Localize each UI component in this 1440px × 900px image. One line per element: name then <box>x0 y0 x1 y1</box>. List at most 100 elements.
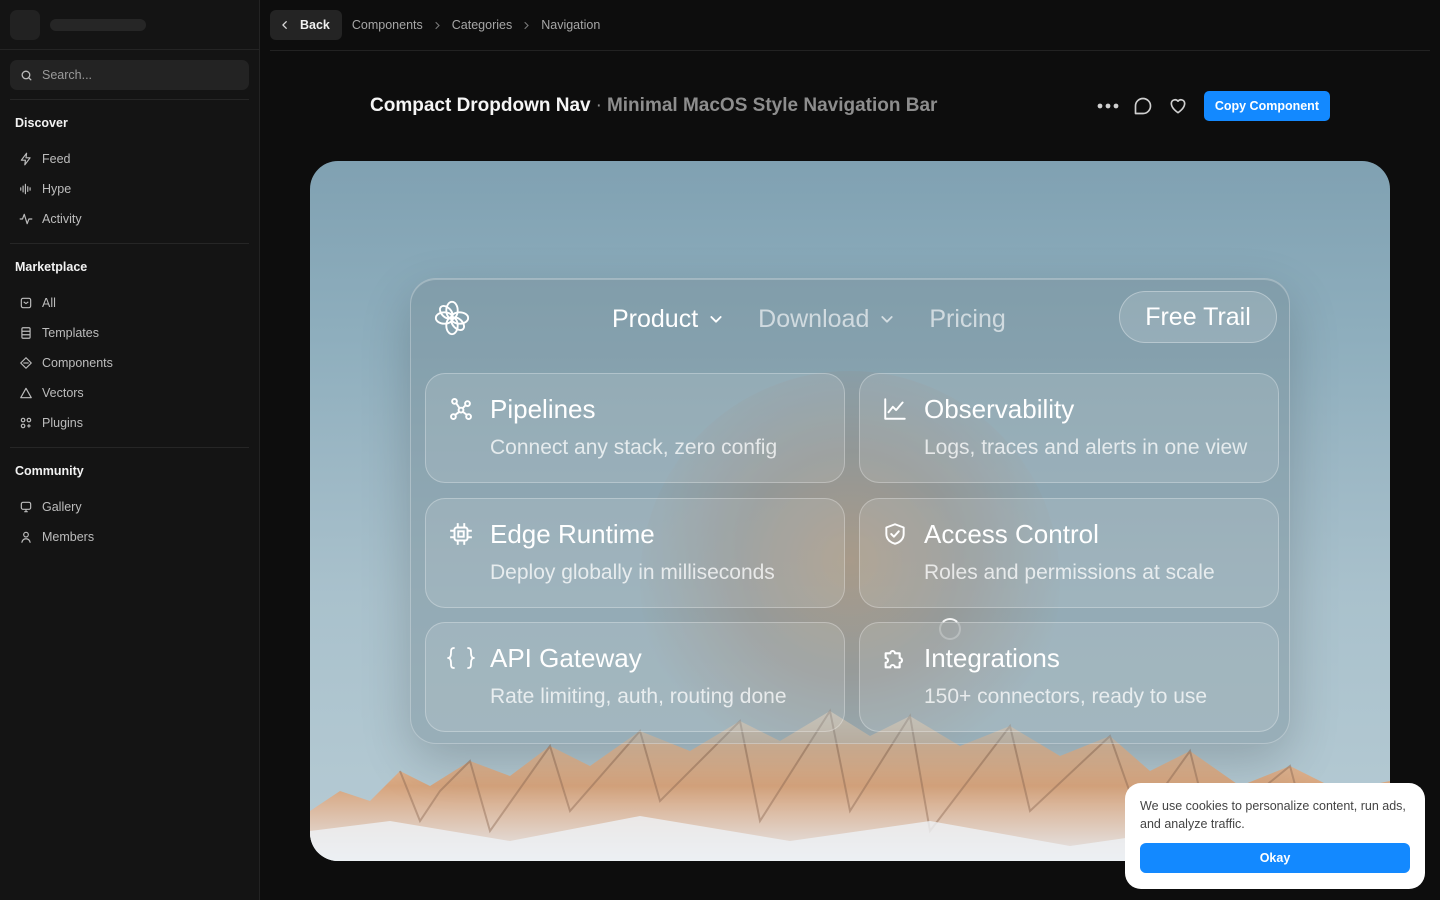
divider <box>10 243 249 244</box>
section-heading-discover: Discover <box>15 116 68 130</box>
component-preview: Product Download Pricing Free Trail Pipe… <box>310 161 1390 861</box>
sidebar-item-feed[interactable]: Feed <box>0 144 259 174</box>
monitor-icon <box>20 501 32 513</box>
divider <box>10 99 249 100</box>
breadcrumb-categories[interactable]: Categories <box>452 18 512 32</box>
like-button[interactable] <box>1165 93 1191 119</box>
tile-title: Edge Runtime <box>490 519 655 549</box>
sidebar-item-label: Templates <box>42 326 99 340</box>
menu-tile-edge-runtime[interactable]: Edge Runtime Deploy globally in millisec… <box>425 498 845 608</box>
title-separator: · <box>595 95 602 116</box>
chevron-down-icon <box>710 316 722 323</box>
triangle-icon <box>20 387 32 399</box>
sidebar-item-label: Plugins <box>42 416 83 430</box>
tile-description: Rate limiting, auth, routing done <box>490 685 787 708</box>
flower-logo-icon[interactable] <box>433 299 471 342</box>
sidebar-item-templates[interactable]: Templates <box>0 318 259 348</box>
comment-button[interactable] <box>1130 93 1156 119</box>
app-logo[interactable] <box>10 9 40 40</box>
sidebar-item-all[interactable]: All <box>0 288 259 318</box>
nav-product-dropdown[interactable]: Product <box>612 305 724 334</box>
bolt-icon <box>20 152 31 166</box>
tile-description: 150+ connectors, ready to use <box>924 685 1208 708</box>
sidebar-item-vectors[interactable]: Vectors <box>0 378 259 408</box>
sidebar-item-label: Feed <box>42 152 71 166</box>
tile-description: Logs, traces and alerts in one view <box>924 436 1248 459</box>
tile-title: Access Control <box>924 519 1099 549</box>
heart-icon <box>1170 98 1186 114</box>
free-trial-button[interactable]: Free Trail <box>1119 291 1277 343</box>
copy-component-button[interactable]: Copy Component <box>1203 91 1330 121</box>
sidebar-item-label: Hype <box>42 182 72 196</box>
pulse-icon <box>19 213 33 225</box>
menu-tile-api-gateway[interactable]: API Gateway Rate limiting, auth, routing… <box>425 622 845 732</box>
sidebar-item-label: Components <box>42 356 113 370</box>
sidebar-item-label: Vectors <box>42 386 84 400</box>
section-heading-community: Community <box>15 464 84 478</box>
menu-tile-integrations[interactable]: Integrations 150+ connectors, ready to u… <box>859 622 1279 732</box>
nav-links: Product Download Pricing <box>612 301 1040 337</box>
user-icon <box>21 531 31 543</box>
nav-link-label: Product <box>612 304 699 333</box>
nav-pricing-link[interactable]: Pricing <box>929 305 1005 334</box>
search-input[interactable]: Search... <box>10 60 249 90</box>
title-actions: Copy Component <box>1086 91 1330 121</box>
diamond-icon <box>20 357 32 369</box>
loading-spinner-icon <box>939 618 961 640</box>
chevron-right-icon <box>433 21 442 30</box>
pipeline-icon <box>446 394 476 424</box>
puzzle-icon <box>880 643 910 673</box>
comment-icon <box>1134 97 1152 115</box>
workspace-name-placeholder <box>50 18 146 31</box>
dropdown-nav-card: Product Download Pricing Free Trail Pipe… <box>410 278 1290 744</box>
tile-title: Integrations <box>924 643 1060 673</box>
chevron-left-icon <box>282 21 287 29</box>
chevron-right-icon <box>522 21 531 30</box>
template-icon <box>21 327 31 339</box>
nav-link-label: Pricing <box>929 304 1006 333</box>
sidebar-item-activity[interactable]: Activity <box>0 204 259 234</box>
tile-title: Pipelines <box>490 394 596 424</box>
nav-link-label: Download <box>758 304 870 333</box>
menu-tile-access-control[interactable]: Access Control Roles and permissions at … <box>859 498 1279 608</box>
cookie-okay-button[interactable]: Okay <box>1140 843 1410 873</box>
sidebar-item-components[interactable]: Components <box>0 348 259 378</box>
sidebar-header <box>0 0 259 50</box>
sidebar-item-plugins[interactable]: Plugins <box>0 408 259 438</box>
sidebar-item-label: Activity <box>42 212 82 226</box>
tile-description: Deploy globally in milliseconds <box>490 561 775 584</box>
breadcrumb-components[interactable]: Components <box>352 18 423 32</box>
menu-tile-pipelines[interactable]: Pipelines Connect any stack, zero config <box>425 373 845 483</box>
tile-description: Roles and permissions at scale <box>924 561 1215 584</box>
soundwave-icon <box>20 183 31 195</box>
cookie-message: We use cookies to personalize content, r… <box>1140 799 1406 831</box>
sidebar-item-gallery[interactable]: Gallery <box>0 492 259 522</box>
app-window: Search... Discover Feed Hype Activity Ma… <box>0 0 1440 900</box>
page-subtitle: Minimal MacOS Style Navigation Bar <box>606 95 938 116</box>
page-title: Compact Dropdown Nav <box>370 95 591 116</box>
sidebar: Search... Discover Feed Hype Activity Ma… <box>0 0 260 900</box>
section-heading-marketplace: Marketplace <box>15 260 88 274</box>
sidebar-item-label: Members <box>42 530 95 544</box>
breadcrumb-bar: Back Components Categories Navigation <box>270 0 1430 51</box>
sidebar-item-hype[interactable]: Hype <box>0 174 259 204</box>
box-icon <box>20 297 32 309</box>
more-options-button[interactable] <box>1095 93 1121 119</box>
breadcrumb-navigation[interactable]: Navigation <box>541 18 600 32</box>
sidebar-item-label: All <box>42 296 56 310</box>
search-icon <box>21 70 32 80</box>
nav-download-dropdown[interactable]: Download <box>758 305 895 334</box>
shield-check-icon <box>880 519 910 549</box>
menu-tile-observability[interactable]: Observability Logs, traces and alerts in… <box>859 373 1279 483</box>
chip-icon <box>446 519 476 549</box>
back-button-label: Back <box>300 18 330 32</box>
chart-line-icon <box>880 394 910 424</box>
back-button[interactable]: Back <box>270 10 342 40</box>
plugins-icon <box>20 417 32 429</box>
chevron-down-icon <box>881 316 893 323</box>
divider <box>10 447 249 448</box>
tile-description: Connect any stack, zero config <box>490 436 778 459</box>
braces-icon <box>446 643 476 673</box>
sidebar-item-members[interactable]: Members <box>0 522 259 552</box>
cookie-banner: We use cookies to personalize content, r… <box>1125 783 1425 889</box>
